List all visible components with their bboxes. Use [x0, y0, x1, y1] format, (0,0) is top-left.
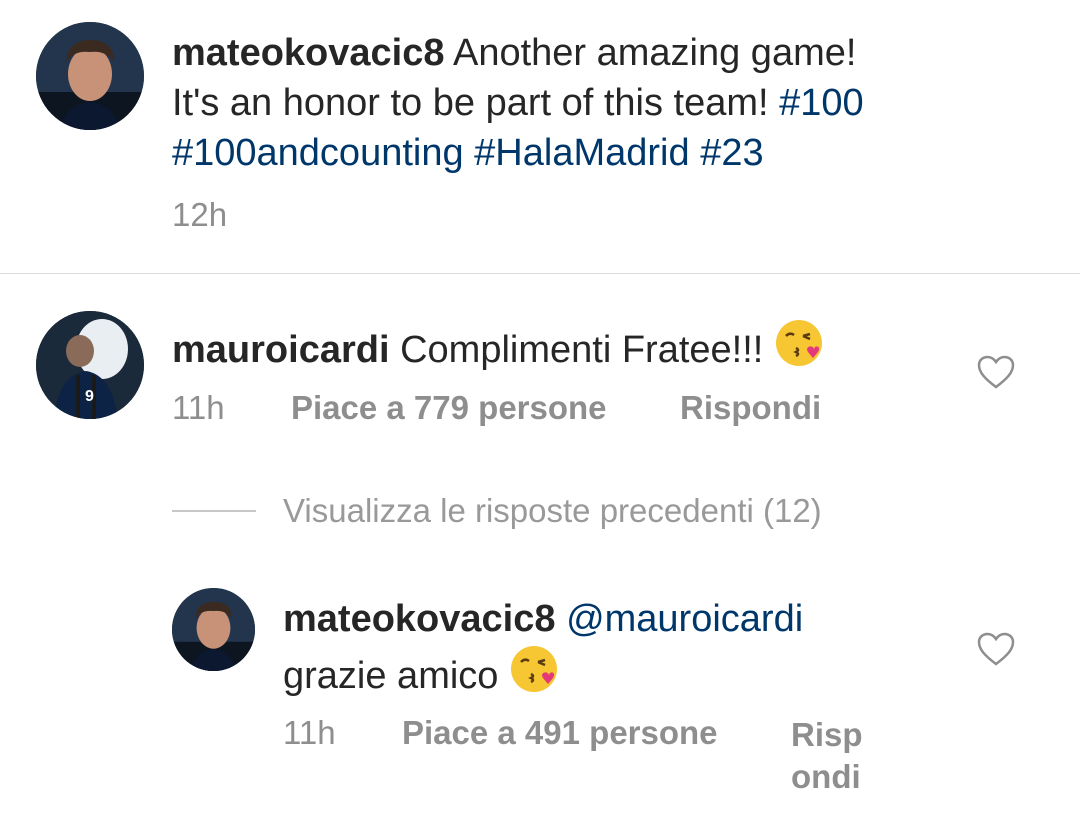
- kissing-face-emoji: [510, 646, 557, 692]
- hashtag-halamadrid[interactable]: #HalaMadrid: [474, 132, 689, 174]
- comment-heart-icon[interactable]: [976, 354, 1016, 390]
- hashtag-100[interactable]: #100: [779, 82, 864, 124]
- reply-reply-button[interactable]: Risp ondi: [791, 714, 863, 798]
- hashtag-100andcounting[interactable]: #100andcounting: [172, 132, 464, 174]
- svg-text:9: 9: [85, 388, 94, 405]
- comment-avatar[interactable]: 9: [36, 311, 144, 419]
- kissing-face-emoji: [775, 320, 822, 366]
- hashtag-23[interactable]: #23: [700, 132, 763, 174]
- view-replies-button[interactable]: Visualizza le risposte precedenti (12): [283, 492, 822, 530]
- reply-text: grazie amico: [283, 655, 499, 697]
- comment-text: Complimenti Fratee!!!: [400, 329, 764, 371]
- caption-time: 12h: [172, 196, 228, 233]
- view-replies-line: [172, 510, 256, 512]
- reply-reply-label-part2: ondi: [791, 758, 861, 795]
- comment-time: 11h: [172, 389, 225, 426]
- caption-avatar[interactable]: [36, 22, 144, 130]
- reply-reply-label-part1: Risp: [791, 716, 863, 753]
- reply-avatar-image: [172, 588, 255, 671]
- reply-avatar[interactable]: [172, 588, 255, 671]
- caption-text-line1: Another amazing game!: [452, 32, 857, 74]
- comment-username[interactable]: mauroicardi: [172, 329, 390, 371]
- comment-likes-link[interactable]: Piace a 779 persone: [291, 389, 607, 427]
- reply-mention[interactable]: @mauroicardi: [566, 598, 803, 640]
- caption-username[interactable]: mateokovacic8: [172, 32, 445, 74]
- caption-divider: [0, 273, 1080, 274]
- reply-username[interactable]: mateokovacic8: [283, 598, 556, 640]
- reply-heart-icon[interactable]: [976, 631, 1016, 667]
- comment-reply-button[interactable]: Rispondi: [680, 389, 821, 427]
- comment-avatar-image: 9: [36, 311, 144, 419]
- reply-time: 11h: [283, 714, 336, 751]
- reply-likes-link[interactable]: Piace a 491 persone: [402, 714, 718, 752]
- caption-text-line2: It's an honor to be part of this team!: [172, 82, 769, 124]
- caption-avatar-image: [36, 22, 144, 130]
